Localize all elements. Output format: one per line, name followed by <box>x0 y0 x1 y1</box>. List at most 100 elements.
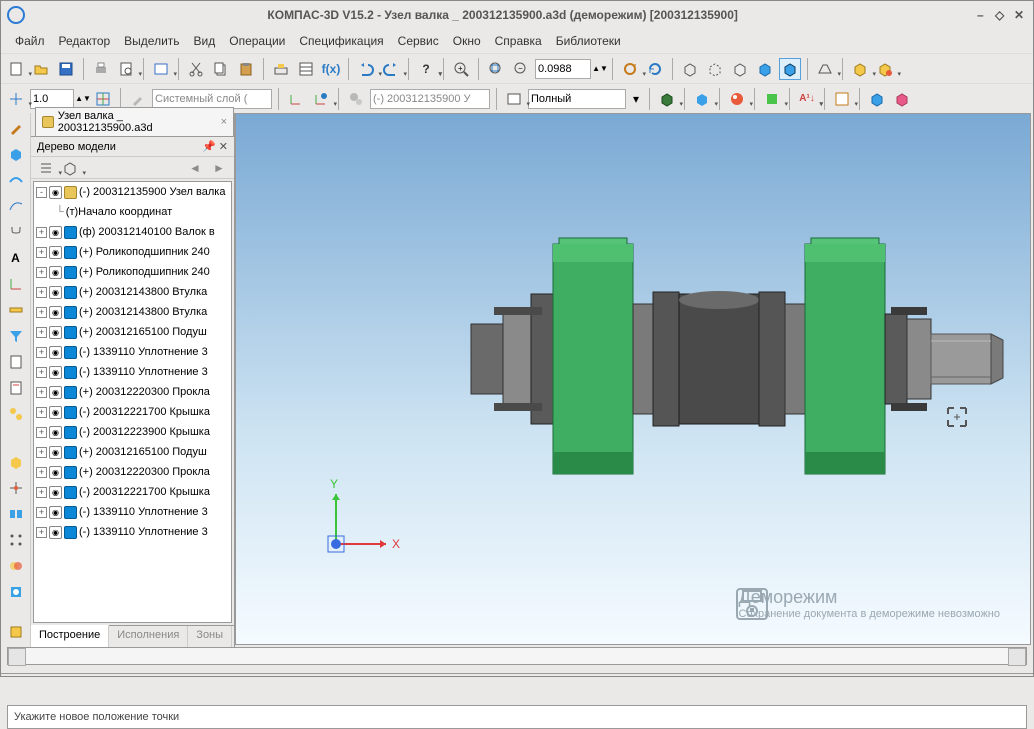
tree-row[interactable]: +◉(+) 200312165100 Подуш <box>34 322 231 342</box>
expand-icon[interactable]: + <box>36 347 47 358</box>
visibility-icon[interactable]: ◉ <box>49 186 62 199</box>
expand-icon[interactable]: + <box>36 447 47 458</box>
expand-icon[interactable]: + <box>36 427 47 438</box>
tree-fwd-icon[interactable]: ► <box>208 157 230 179</box>
undo-button[interactable] <box>355 58 377 80</box>
copy-props-button[interactable] <box>270 58 292 80</box>
save-button[interactable] <box>55 58 77 80</box>
tab-build[interactable]: Построение <box>31 625 109 647</box>
orient-button[interactable] <box>849 58 871 80</box>
menu-window[interactable]: Окно <box>449 32 485 50</box>
close-button[interactable]: ✕ <box>1011 8 1027 22</box>
tree-row[interactable]: +◉(+) 200312220300 Прокла <box>34 462 231 482</box>
material-icon[interactable] <box>761 88 783 110</box>
view-wireframe-icon[interactable] <box>679 58 701 80</box>
view-shaded-icon[interactable] <box>754 58 776 80</box>
tree-row[interactable]: +◉(-) 200312223900 Крышка <box>34 422 231 442</box>
tool-mate-icon[interactable] <box>5 503 27 525</box>
expand-icon[interactable]: + <box>36 307 47 318</box>
display-mode-icon[interactable] <box>503 88 525 110</box>
menu-service[interactable]: Сервис <box>394 32 443 50</box>
properties-button[interactable] <box>295 58 317 80</box>
perspective-button[interactable] <box>814 58 836 80</box>
tab-zones[interactable]: Зоны <box>188 626 232 647</box>
expand-icon[interactable]: + <box>36 247 47 258</box>
copy-button[interactable] <box>210 58 232 80</box>
layer-select[interactable] <box>152 89 272 109</box>
zoom-input[interactable] <box>535 59 591 79</box>
tool-axis-icon[interactable] <box>5 273 27 295</box>
zoom-out-button[interactable]: − <box>510 58 532 80</box>
tool-surface-icon[interactable] <box>5 169 27 191</box>
expand-icon[interactable]: + <box>36 467 47 478</box>
tree-row[interactable]: +◉(ф) 200312140100 Валок в <box>34 222 231 242</box>
lcs-manage-icon[interactable] <box>310 88 332 110</box>
tree-row[interactable]: +◉(-) 1339110 Уплотнение 3 <box>34 502 231 522</box>
zoom-step-buttons[interactable]: ▲▼ <box>594 58 606 80</box>
help-button[interactable]: ? <box>415 58 437 80</box>
menu-operations[interactable]: Операции <box>225 32 289 50</box>
visibility-icon[interactable]: ◉ <box>49 246 62 259</box>
open-button[interactable] <box>30 58 52 80</box>
expand-icon[interactable]: + <box>36 267 47 278</box>
tool-box-icon[interactable] <box>5 143 27 165</box>
tool-hole-icon[interactable] <box>5 581 27 603</box>
tab-exec[interactable]: Исполнения <box>109 626 188 647</box>
maximize-button[interactable]: ◇ <box>992 8 1008 22</box>
tree-row[interactable]: └(т)Начало координат <box>34 202 231 222</box>
tree-row[interactable]: +◉(-) 200312221700 Крышка <box>34 482 231 502</box>
display-dropdown[interactable]: ▾ <box>629 88 643 110</box>
close-tab-icon[interactable]: × <box>221 116 227 128</box>
tree-row[interactable]: +◉(+) Роликоподшипник 240 <box>34 262 231 282</box>
tree-row[interactable]: +◉(+) 200312143800 Втулка <box>34 302 231 322</box>
newwin-icon[interactable] <box>831 88 853 110</box>
box1-icon[interactable] <box>866 88 888 110</box>
print-button[interactable] <box>90 58 112 80</box>
tool-array-icon[interactable] <box>5 529 27 551</box>
expand-icon[interactable]: + <box>36 407 47 418</box>
tree-row[interactable]: +◉(+) 200312220300 Прокла <box>34 382 231 402</box>
visibility-icon[interactable]: ◉ <box>49 526 62 539</box>
tool-pencil-icon[interactable] <box>5 117 27 139</box>
menu-file[interactable]: Файл <box>11 32 49 50</box>
tree-row[interactable]: -◉(-) 200312135900 Узел валка <box>34 182 231 202</box>
view-nohidden-icon[interactable] <box>729 58 751 80</box>
tool-lib-icon[interactable] <box>5 621 27 643</box>
expand-icon[interactable]: + <box>36 487 47 498</box>
tool-filter-icon[interactable] <box>5 325 27 347</box>
expand-icon[interactable]: + <box>36 527 47 538</box>
appearance-icon[interactable] <box>726 88 748 110</box>
file-tab[interactable]: Узел валка _ 200312135900.a3d × <box>35 107 234 136</box>
grid-button[interactable] <box>92 88 114 110</box>
variables-button[interactable]: f(x) <box>320 58 342 80</box>
menu-spec[interactable]: Спецификация <box>295 32 387 50</box>
model-tree[interactable]: -◉(-) 200312135900 Узел валка └(т)Начало… <box>33 181 232 623</box>
visibility-icon[interactable]: ◉ <box>49 406 62 419</box>
tool-measure-icon[interactable] <box>5 299 27 321</box>
viewport-3d[interactable]: X Y Деморежим Сохранение документа в дем… <box>235 113 1031 645</box>
visibility-icon[interactable]: ◉ <box>49 446 62 459</box>
tree-row[interactable]: +◉(+) 200312143800 Втулка <box>34 282 231 302</box>
tree-row[interactable]: +◉(+) 200312165100 Подуш <box>34 442 231 462</box>
tool-move-icon[interactable] <box>5 477 27 499</box>
visibility-icon[interactable]: ◉ <box>49 466 62 479</box>
visibility-icon[interactable]: ◉ <box>49 286 62 299</box>
menu-edit[interactable]: Редактор <box>55 32 115 50</box>
visibility-icon[interactable]: ◉ <box>49 226 62 239</box>
preview-button[interactable] <box>150 58 172 80</box>
menu-help[interactable]: Справка <box>491 32 546 50</box>
tool-elements-icon[interactable] <box>5 403 27 425</box>
display-select[interactable] <box>528 89 626 109</box>
tree-row[interactable]: +◉(-) 200312221700 Крышка <box>34 402 231 422</box>
expand-icon[interactable]: + <box>36 387 47 398</box>
tool-line3d-icon[interactable] <box>5 195 27 217</box>
visibility-icon[interactable]: ◉ <box>49 386 62 399</box>
tool-addpart-icon[interactable] <box>5 451 27 473</box>
menu-libs[interactable]: Библиотеки <box>552 32 625 50</box>
tree-back-icon[interactable]: ◄ <box>184 157 206 179</box>
menu-select[interactable]: Выделить <box>120 32 183 50</box>
zoom-fit-button[interactable] <box>485 58 507 80</box>
expand-icon[interactable]: + <box>36 367 47 378</box>
tree-filter-icon[interactable] <box>59 157 81 179</box>
expand-icon[interactable]: + <box>36 507 47 518</box>
